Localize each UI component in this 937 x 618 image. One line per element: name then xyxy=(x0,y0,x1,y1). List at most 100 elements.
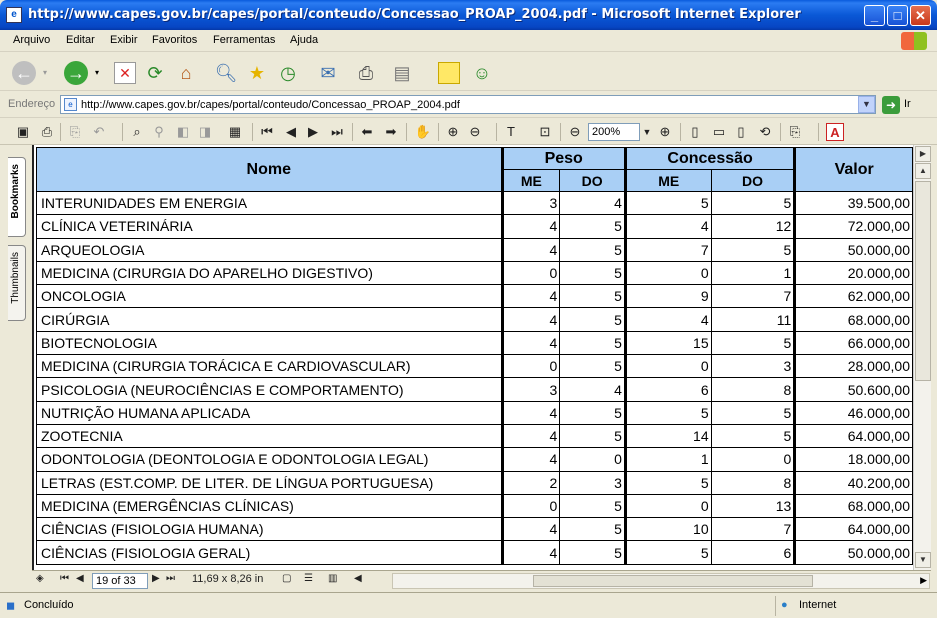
minimize-button[interactable]: _ xyxy=(864,5,885,26)
scroll-left-arrow-icon[interactable]: ◀ xyxy=(354,573,362,584)
menu-editar[interactable]: Editar xyxy=(66,34,95,46)
table-row: CIÊNCIAS (FISIOLOGIA GERAL) 4 5 5 6 50.000,00 xyxy=(36,540,913,565)
cell-peso-do: 5 xyxy=(559,423,626,449)
print-icon[interactable]: ⎙ xyxy=(38,123,56,141)
cell-concessao-do: 0 xyxy=(710,447,796,472)
next-page-icon[interactable]: ▶ xyxy=(304,123,322,141)
maximize-button[interactable]: □ xyxy=(887,5,908,26)
undo-icon[interactable]: ↶ xyxy=(90,123,108,141)
history-icon[interactable]: ◷ xyxy=(276,61,300,85)
cell-nome: LETRAS (EST.COMP. DE LITER. DE LÍNGUA PO… xyxy=(36,470,503,495)
continuous-icon[interactable]: ☰ xyxy=(304,573,313,584)
next-view-icon[interactable]: ◨ xyxy=(196,123,214,141)
zoom-out-tool-icon[interactable]: ⊖ xyxy=(466,123,484,141)
page-layout-icon[interactable]: ▦ xyxy=(226,123,244,141)
cell-valor: 50.000,00 xyxy=(793,237,913,262)
address-dropdown-icon[interactable]: ▼ xyxy=(858,96,875,113)
nav-prev-page-icon[interactable]: ◀ xyxy=(76,573,84,584)
edit-icon[interactable]: ▤ xyxy=(390,61,414,85)
horizontal-scrollbar[interactable]: ▶ xyxy=(392,573,930,589)
cell-peso-me: 4 xyxy=(500,284,561,309)
zoom-dropdown-icon[interactable]: ▼ xyxy=(638,123,656,141)
go-button[interactable]: Ir xyxy=(904,98,911,110)
separator xyxy=(252,123,253,141)
facing-icon[interactable]: ▥ xyxy=(328,573,337,584)
prev-view-icon[interactable]: ◧ xyxy=(174,123,192,141)
fit-width-icon[interactable]: ▯ xyxy=(732,123,750,141)
close-button[interactable]: ✕ xyxy=(910,5,931,26)
zoom-in-tool-icon[interactable]: ⊕ xyxy=(444,123,462,141)
back-icon[interactable]: ← xyxy=(12,61,36,85)
snapshot-icon[interactable]: ⊡ xyxy=(536,123,554,141)
cell-concessao-do: 12 xyxy=(710,214,796,239)
print-icon[interactable]: ⎙ xyxy=(354,61,378,85)
scroll-top-arrow-icon[interactable]: ▶ xyxy=(915,146,931,162)
status-toggle-icon[interactable]: ◈ xyxy=(36,573,44,584)
next-location-icon[interactable]: ➡ xyxy=(382,123,400,141)
zoom-input[interactable]: 200% xyxy=(588,123,640,141)
cell-nome: CLÍNICA VETERINÁRIA xyxy=(36,214,503,239)
vertical-scrollbar[interactable]: ▶ ▲ ▼ xyxy=(913,145,931,570)
cell-concessao-do: 5 xyxy=(710,400,796,425)
nav-first-page-icon[interactable]: ⏮ xyxy=(60,573,69,584)
home-icon[interactable]: ⌂ xyxy=(174,61,198,85)
scroll-right-arrow-icon[interactable]: ▶ xyxy=(920,575,927,586)
page-number-input[interactable]: 19 of 33 xyxy=(92,573,148,589)
prev-location-icon[interactable]: ⬅ xyxy=(358,123,376,141)
cell-peso-me: 4 xyxy=(500,214,561,239)
prev-page-icon[interactable]: ◀ xyxy=(282,123,300,141)
find-icon[interactable]: ⌕ xyxy=(128,123,146,141)
nav-last-page-icon[interactable]: ⏭ xyxy=(166,573,175,584)
save-icon[interactable]: ▣ xyxy=(14,123,32,141)
cell-concessao-me: 5 xyxy=(623,400,712,425)
discuss-icon[interactable] xyxy=(438,62,460,84)
back-dropdown-icon[interactable]: ▾ xyxy=(40,65,50,79)
zoom-out-icon[interactable]: ⊖ xyxy=(566,123,584,141)
tasks-icon[interactable]: ⎘ xyxy=(786,123,804,141)
stop-icon[interactable]: ✕ xyxy=(114,62,136,84)
cell-concessao-me: 4 xyxy=(623,307,712,332)
rotate-icon[interactable]: ⟲ xyxy=(756,123,774,141)
tab-bookmarks[interactable]: Bookmarks xyxy=(8,157,26,237)
cell-nome: MEDICINA (CIRURGIA DO APARELHO DIGESTIVO… xyxy=(36,260,503,286)
forward-icon[interactable]: → xyxy=(64,61,88,85)
address-url[interactable]: http://www.capes.gov.br/capes/portal/con… xyxy=(81,99,460,111)
search-icon[interactable]: 🔍︎ xyxy=(214,61,238,85)
adobe-logo-icon[interactable]: A xyxy=(826,123,844,141)
menu-ferramentas[interactable]: Ferramentas xyxy=(213,34,275,46)
mail-icon[interactable]: ✉ xyxy=(316,61,340,85)
copy-icon[interactable]: ⎘ xyxy=(66,123,84,141)
menu-arquivo[interactable]: Arquivo xyxy=(13,34,50,46)
go-arrow-icon[interactable]: ➜ xyxy=(882,96,900,114)
acrobat-toolbar: ▣ ⎙ ⎘ ↶ ⌕ ⚲ ◧ ◨ ▦ ⏮ ◀ ▶ ⏭ ⬅ ➡ ✋ ⊕ ⊖ T ⊡ … xyxy=(0,119,937,145)
vertical-scroll-thumb[interactable] xyxy=(915,181,931,381)
menu-favoritos[interactable]: Favoritos xyxy=(152,34,197,46)
last-page-icon[interactable]: ⏭ xyxy=(328,123,346,141)
refresh-icon[interactable]: ⟳ xyxy=(144,62,166,84)
zoom-in-icon[interactable]: ⊕ xyxy=(656,123,674,141)
favorites-icon[interactable]: ★ xyxy=(245,61,269,85)
horizontal-scroll-thumb[interactable] xyxy=(533,575,813,587)
actual-size-icon[interactable]: ▯ xyxy=(686,123,704,141)
globe-icon: ● xyxy=(781,599,788,611)
menu-ajuda[interactable]: Ajuda xyxy=(290,34,318,46)
nav-next-page-icon[interactable]: ▶ xyxy=(152,573,160,584)
single-page-icon[interactable]: ▢ xyxy=(282,573,291,584)
cell-concessao-do: 7 xyxy=(710,284,796,309)
search-pdf-icon[interactable]: ⚲ xyxy=(150,123,168,141)
hand-tool-icon[interactable]: ✋ xyxy=(414,123,432,141)
text-select-icon[interactable]: T xyxy=(502,123,520,141)
scroll-up-arrow-icon[interactable]: ▲ xyxy=(915,163,931,179)
fit-page-icon[interactable]: ▭ xyxy=(710,123,728,141)
cell-peso-do: 4 xyxy=(559,377,626,402)
forward-dropdown-icon[interactable]: ▾ xyxy=(92,65,102,79)
pdf-document-view[interactable]: Nome Peso Concessão Valor ME DO ME DO IN… xyxy=(32,145,913,570)
messenger-icon[interactable]: ☺ xyxy=(470,61,494,85)
scroll-down-arrow-icon[interactable]: ▼ xyxy=(915,552,931,568)
first-page-icon[interactable]: ⏮ xyxy=(258,123,276,141)
tab-thumbnails[interactable]: Thumbnails xyxy=(8,245,26,321)
menu-exibir[interactable]: Exibir xyxy=(110,34,138,46)
address-input[interactable]: e http://www.capes.gov.br/capes/portal/c… xyxy=(60,95,876,114)
cell-concessao-do: 11 xyxy=(710,307,796,332)
cell-concessao-me: 0 xyxy=(623,354,712,379)
